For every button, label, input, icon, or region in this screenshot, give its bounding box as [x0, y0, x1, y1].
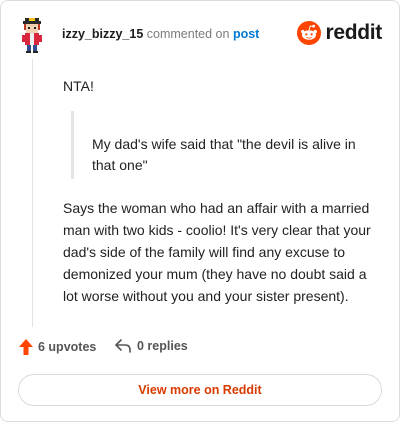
comment-meta: izzy_bizzy_15 commented on post [62, 27, 259, 41]
thread-line [32, 59, 33, 327]
blockquote: My dad's wife said that "the devil is al… [71, 111, 370, 179]
quote-text: My dad's wife said that "the devil is al… [92, 136, 356, 173]
username[interactable]: izzy_bizzy_15 [62, 27, 143, 41]
upvote-count: 6 upvotes [38, 340, 97, 354]
view-more-button[interactable]: View more on Reddit [18, 374, 382, 406]
comment-opening: NTA! [63, 78, 94, 94]
reply-button[interactable]: 0 replies [115, 339, 188, 353]
upvote-button[interactable]: 6 upvotes [19, 339, 96, 355]
comment-embed-card: izzy_bizzy_15 commented on post reddit N… [0, 0, 400, 422]
avatar[interactable] [18, 17, 46, 53]
post-link[interactable]: post [233, 27, 259, 41]
reply-count: 0 replies [137, 339, 188, 353]
comment-header: izzy_bizzy_15 commented on post reddit [18, 15, 382, 55]
comment-footer: 6 upvotes 0 replies [19, 339, 379, 361]
reddit-brand[interactable]: reddit [297, 20, 382, 46]
upvote-arrow-icon [19, 339, 33, 355]
comment-body: Says the woman who had an affair with a … [63, 200, 371, 304]
reply-arrow-icon [115, 339, 131, 353]
reddit-snoo-icon [297, 21, 322, 45]
action-text: commented on [143, 27, 233, 41]
brand-name: reddit [325, 21, 382, 44]
